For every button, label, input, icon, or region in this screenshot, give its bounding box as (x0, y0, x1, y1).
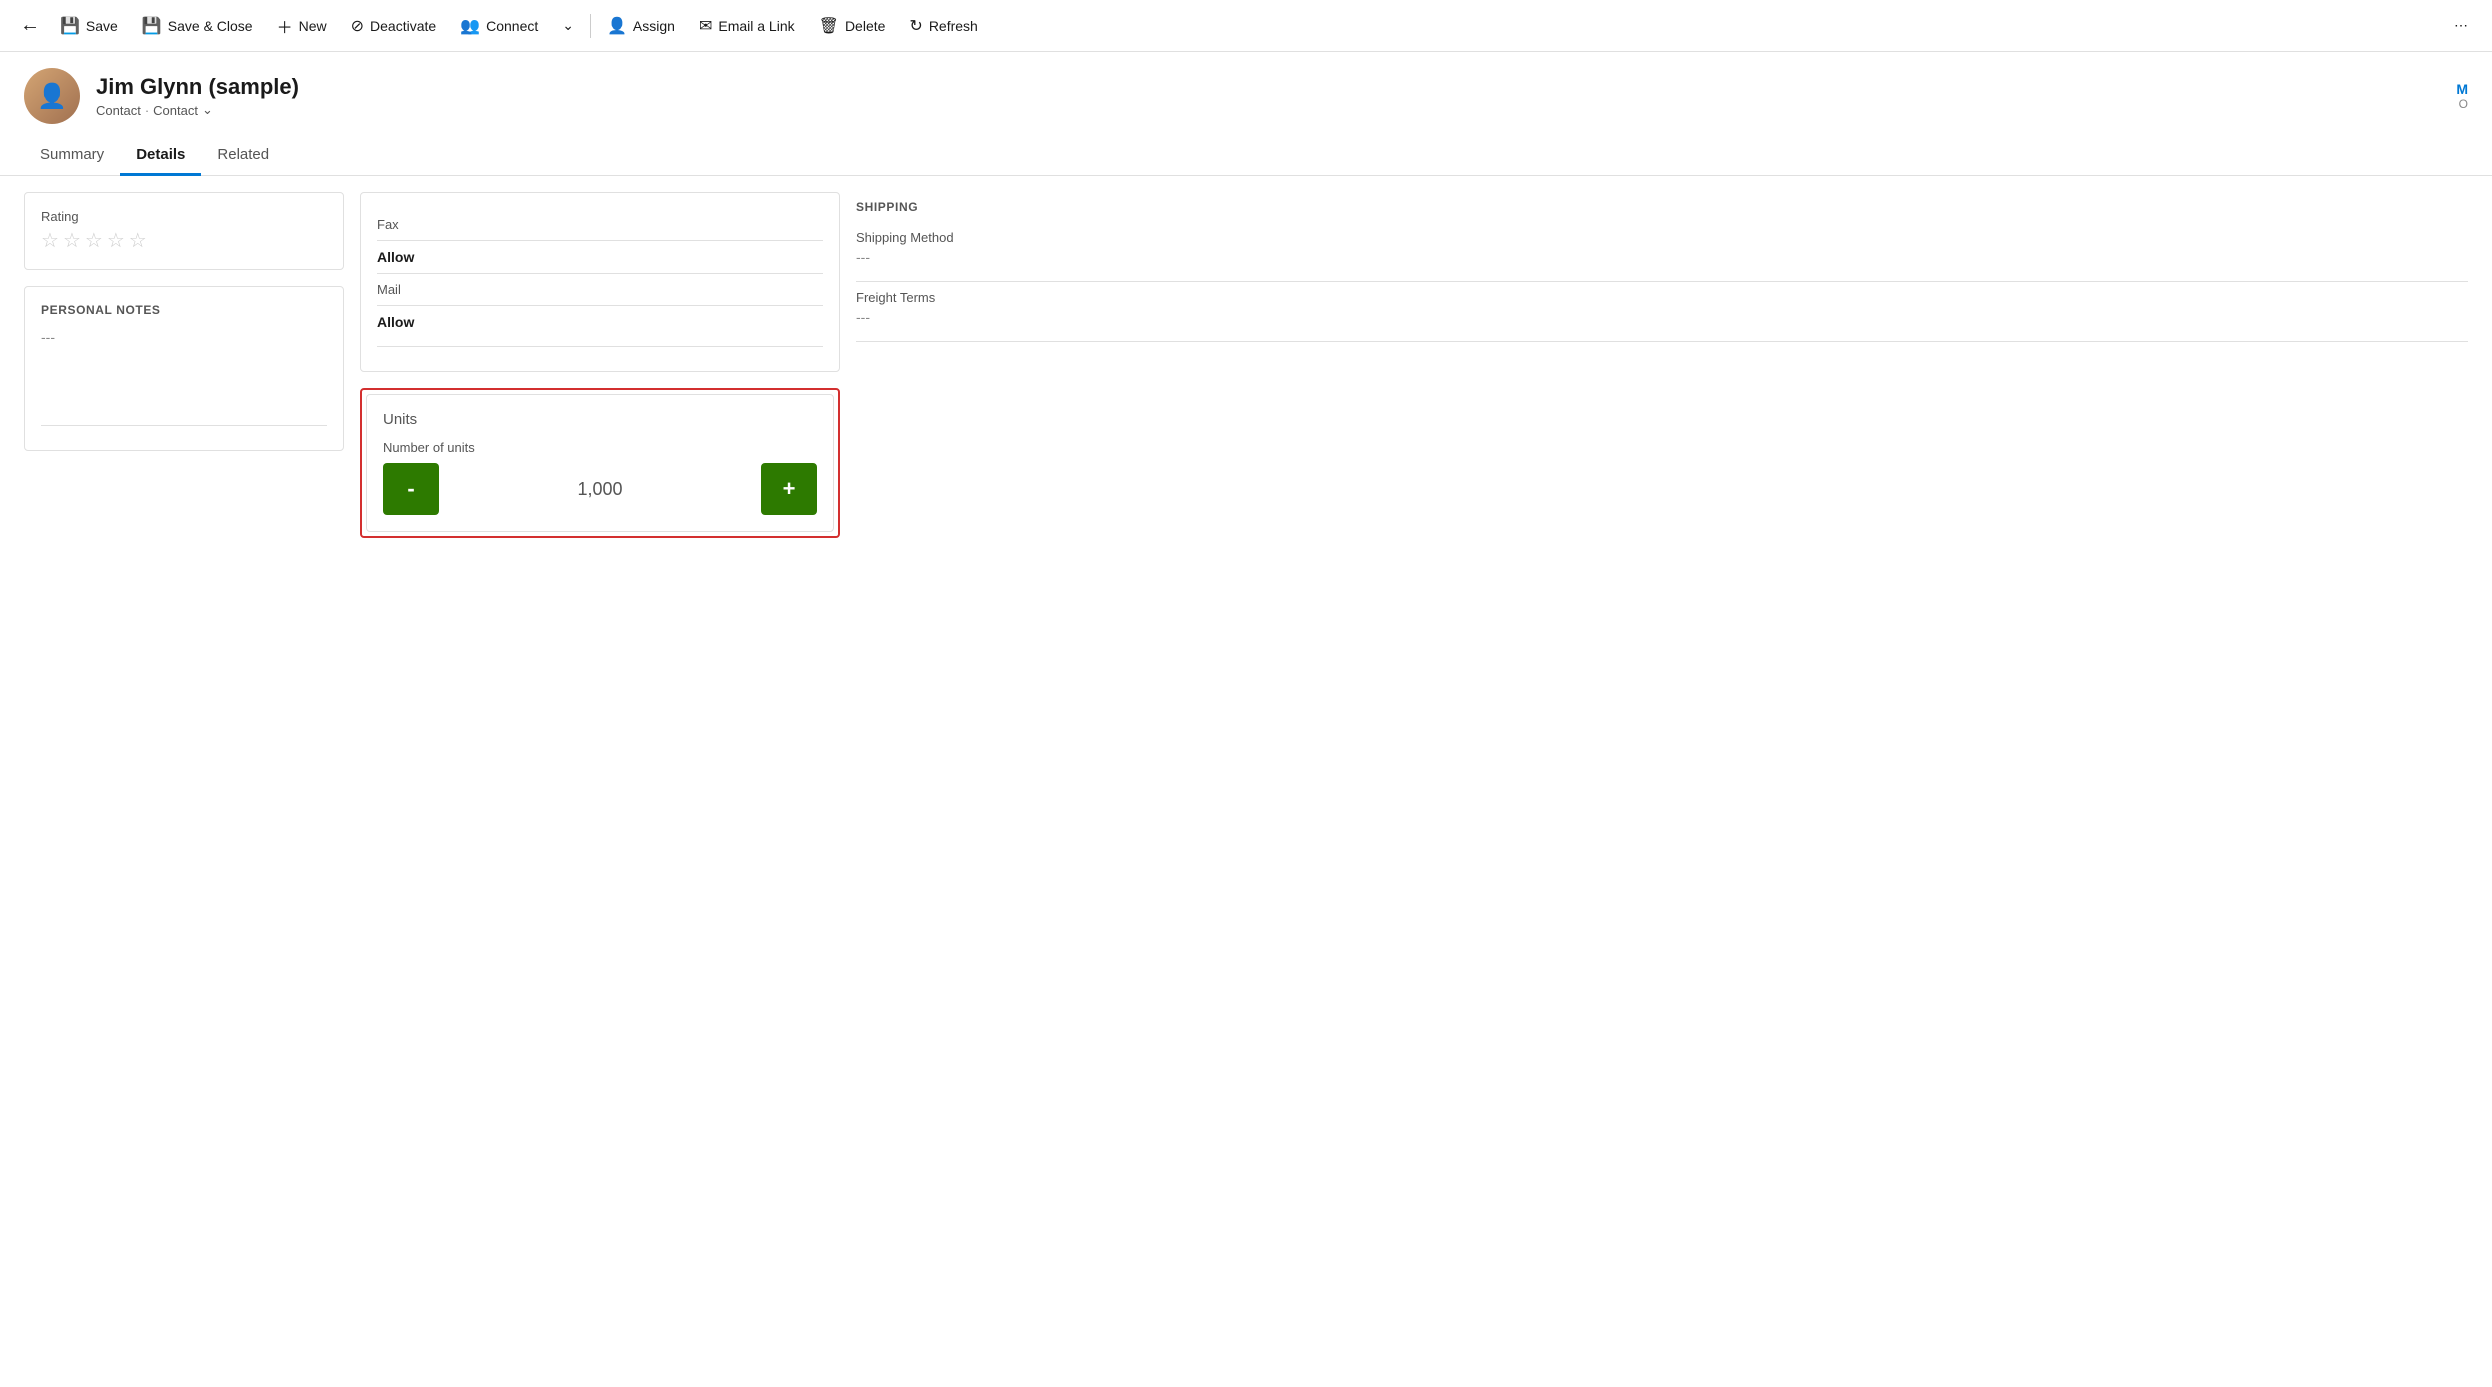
freight-terms-value: --- (856, 309, 2468, 325)
personal-notes-card: PERSONAL NOTES --- (24, 286, 344, 451)
units-field-label: Number of units (383, 440, 817, 455)
personal-notes-value: --- (41, 329, 327, 345)
new-icon: ＋ (277, 14, 293, 38)
tab-details[interactable]: Details (120, 136, 201, 176)
comms-card: Fax Allow Mail Allow (360, 192, 840, 372)
connect-button[interactable]: 👥 Connect (448, 0, 550, 51)
save-button[interactable]: 💾 Save (48, 0, 130, 51)
delete-icon: 🗑 (819, 16, 839, 36)
tab-related[interactable]: Related (201, 136, 285, 176)
units-card: Units Number of units - 1,000 + (366, 394, 834, 532)
user-initial: M (2456, 81, 2468, 97)
shipping-title: SHIPPING (856, 200, 2468, 214)
new-button[interactable]: ＋ New (265, 0, 339, 51)
connect-dropdown-button[interactable]: ⌄ (550, 0, 586, 51)
units-increment-button[interactable]: + (761, 463, 817, 515)
units-controls: - 1,000 + (383, 463, 817, 515)
refresh-button[interactable]: ↻ Refresh (897, 0, 989, 51)
record-type: Contact · Contact ⌄ (96, 102, 2440, 118)
mail-value: Allow (377, 314, 823, 330)
deactivate-button[interactable]: ⊘ Deactivate (339, 0, 449, 51)
tab-summary[interactable]: Summary (24, 136, 120, 176)
middle-column: Fax Allow Mail Allow Units Number of uni… (360, 192, 840, 538)
freight-terms-label: Freight Terms (856, 290, 2468, 305)
fax-value: Allow (377, 249, 823, 265)
save-close-button[interactable]: 💾 Save & Close (130, 0, 265, 51)
personal-notes-title: PERSONAL NOTES (41, 303, 327, 317)
units-card-wrapper: Units Number of units - 1,000 + (360, 388, 840, 538)
assign-button[interactable]: 👤 Assign (595, 0, 687, 51)
chevron-down-icon: ⌄ (562, 17, 574, 34)
toolbar-separator (590, 14, 591, 38)
star-1[interactable]: ☆ (41, 228, 59, 253)
rating-label: Rating (41, 209, 327, 224)
shipping-card: SHIPPING Shipping Method --- Freight Ter… (856, 192, 2468, 358)
shipping-method-value: --- (856, 249, 2468, 265)
star-rating[interactable]: ☆ ☆ ☆ ☆ ☆ (41, 228, 327, 253)
units-title: Units (383, 411, 817, 428)
email-link-button[interactable]: ✉ Email a Link (687, 0, 807, 51)
save-close-icon: 💾 (142, 16, 162, 36)
record-header-right: M O (2456, 81, 2468, 111)
back-button[interactable]: ← (12, 14, 48, 37)
delete-button[interactable]: 🗑 Delete (807, 0, 898, 51)
more-button[interactable]: ⋯ (2442, 0, 2480, 51)
star-4[interactable]: ☆ (107, 228, 125, 253)
assign-icon: 👤 (607, 16, 627, 36)
record-header: 👤 Jim Glynn (sample) Contact · Contact ⌄… (0, 52, 2492, 124)
refresh-icon: ↻ (909, 16, 922, 36)
rating-card: Rating ☆ ☆ ☆ ☆ ☆ (24, 192, 344, 270)
record-name: Jim Glynn (sample) (96, 74, 2440, 100)
star-5[interactable]: ☆ (129, 228, 147, 253)
more-icon: ⋯ (2454, 17, 2468, 34)
connect-icon: 👥 (460, 16, 480, 36)
right-column: SHIPPING Shipping Method --- Freight Ter… (856, 192, 2468, 358)
star-3[interactable]: ☆ (85, 228, 103, 253)
mail-label: Mail (377, 282, 823, 297)
deactivate-icon: ⊘ (351, 16, 364, 36)
save-icon: 💾 (60, 16, 80, 36)
left-column: Rating ☆ ☆ ☆ ☆ ☆ PERSONAL NOTES --- (24, 192, 344, 451)
email-icon: ✉ (699, 16, 712, 36)
record-info: Jim Glynn (sample) Contact · Contact ⌄ (96, 74, 2440, 118)
toolbar: ← 💾 Save 💾 Save & Close ＋ New ⊘ Deactiva… (0, 0, 2492, 52)
avatar: 👤 (24, 68, 80, 124)
tab-bar: Summary Details Related (0, 136, 2492, 176)
chevron-down-icon[interactable]: ⌄ (202, 102, 213, 118)
record-status: O (2459, 97, 2468, 111)
main-content: Rating ☆ ☆ ☆ ☆ ☆ PERSONAL NOTES --- Fax … (0, 176, 2492, 554)
back-icon: ← (20, 14, 40, 36)
units-decrement-button[interactable]: - (383, 463, 439, 515)
star-2[interactable]: ☆ (63, 228, 81, 253)
shipping-method-label: Shipping Method (856, 230, 2468, 245)
fax-label: Fax (377, 217, 823, 232)
units-value: 1,000 (447, 479, 753, 500)
